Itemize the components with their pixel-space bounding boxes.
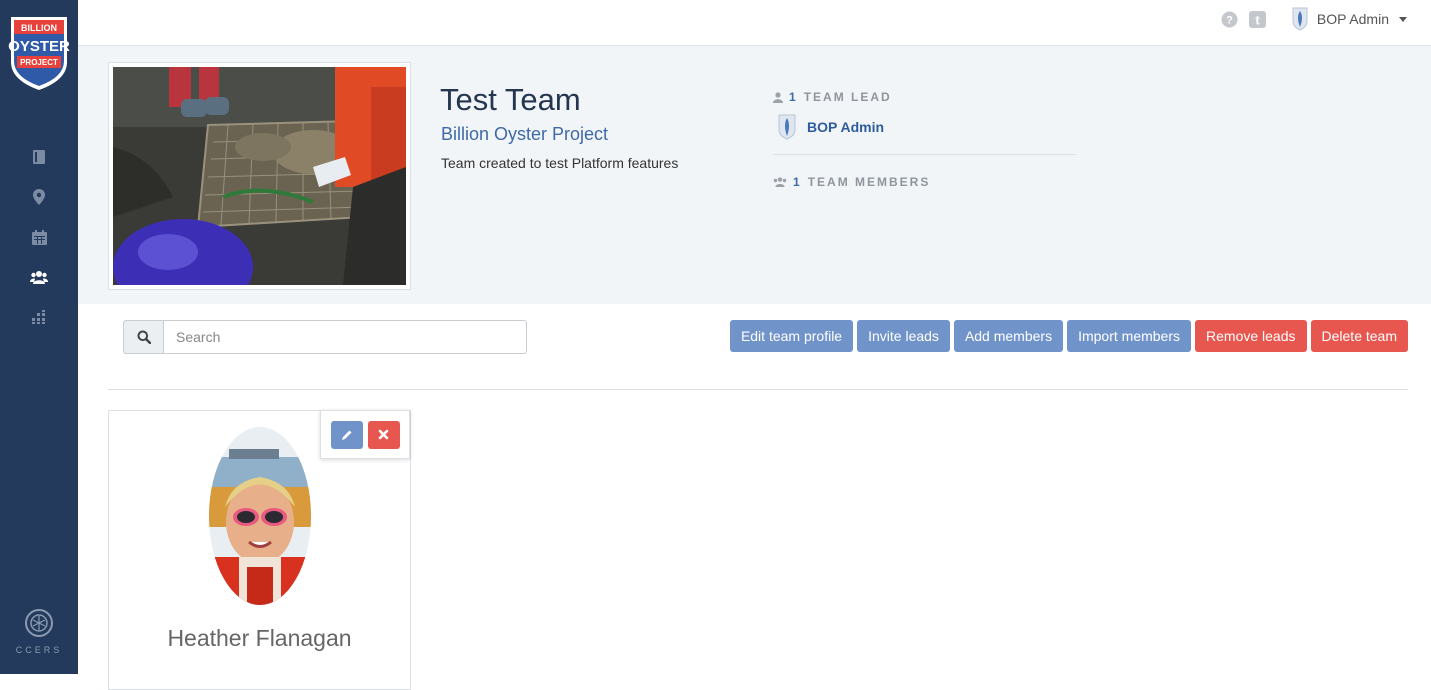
svg-text:?: ?	[1227, 14, 1234, 26]
logo-text-billion: BILLION	[21, 23, 57, 33]
member-avatar	[209, 427, 311, 605]
tumblr-icon[interactable]: t	[1249, 10, 1267, 28]
user-menu[interactable]: BOP Admin	[1291, 7, 1407, 31]
team-lead-item[interactable]: BOP Admin	[777, 114, 1076, 140]
billion-oyster-project-logo[interactable]: BILLION OYSTER PROJECT	[8, 14, 70, 92]
import-members-button[interactable]: Import members	[1067, 320, 1192, 352]
team-header: Test Team Billion Oyster Project Team cr…	[78, 46, 1431, 304]
lead-avatar-icon	[778, 114, 796, 140]
user-name: BOP Admin	[1316, 11, 1389, 27]
team-description: Team created to test Platform features	[441, 155, 679, 171]
edit-team-profile-button[interactable]: Edit team profile	[729, 320, 854, 352]
divider	[108, 389, 1408, 390]
divider	[773, 154, 1076, 155]
grid-icon[interactable]	[29, 308, 49, 326]
add-members-button[interactable]: Add members	[953, 320, 1064, 352]
top-bar: ? t BOP Admin	[78, 0, 1431, 46]
users-icon[interactable]	[29, 268, 49, 286]
team-lead-count: 1	[789, 90, 798, 104]
close-icon	[378, 429, 389, 440]
team-member-count: 1	[793, 175, 802, 189]
svg-text:t: t	[1256, 12, 1261, 27]
team-lead-heading: 1 TEAM LEAD	[773, 90, 1076, 104]
chevron-down-icon	[1399, 16, 1407, 22]
team-title: Test Team	[440, 82, 581, 117]
remove-leads-button[interactable]: Remove leads	[1195, 320, 1307, 352]
toolbar: Edit team profile Invite leads Add membe…	[78, 304, 1431, 390]
search-icon[interactable]	[123, 320, 163, 354]
team-members-label: TEAM MEMBERS	[807, 175, 931, 189]
search-bar	[123, 320, 527, 354]
pencil-icon	[341, 430, 351, 440]
book-icon[interactable]	[29, 148, 49, 166]
calendar-icon[interactable]	[29, 228, 49, 246]
invite-leads-button[interactable]: Invite leads	[857, 320, 950, 352]
ccers-label: CCERS	[15, 645, 63, 655]
logo-text-project: PROJECT	[20, 58, 58, 67]
top-bar-actions: ? t BOP Admin	[1221, 7, 1407, 31]
map-marker-icon[interactable]	[29, 188, 49, 206]
team-lead-section: 1 TEAM LEAD BOP Admin 1 TEAM MEMBERS	[773, 90, 1076, 189]
team-lead-name: BOP Admin	[807, 119, 885, 135]
team-action-buttons: Edit team profile Invite leads Add membe…	[729, 320, 1408, 352]
remove-member-button[interactable]	[367, 420, 400, 449]
logo-text-oyster: OYSTER	[8, 38, 70, 55]
member-name[interactable]: Heather Flanagan	[109, 625, 410, 652]
team-members-heading: 1 TEAM MEMBERS	[773, 175, 1076, 189]
team-lead-label: TEAM LEAD	[803, 90, 892, 104]
edit-member-button[interactable]	[330, 420, 363, 449]
ccers-footer[interactable]: CCERS	[0, 608, 78, 655]
ccers-logo-icon	[25, 609, 53, 637]
question-circle-icon[interactable]: ?	[1221, 10, 1239, 28]
search-input[interactable]	[163, 320, 527, 354]
user-avatar-icon	[1292, 7, 1308, 31]
users-icon	[773, 177, 787, 187]
user-icon	[773, 91, 783, 103]
member-card-actions	[320, 410, 410, 459]
sidebar: BILLION OYSTER PROJECT CCERS	[0, 0, 78, 674]
delete-team-button[interactable]: Delete team	[1310, 320, 1408, 352]
team-photo	[108, 62, 411, 290]
team-organization-link[interactable]: Billion Oyster Project	[441, 124, 608, 145]
